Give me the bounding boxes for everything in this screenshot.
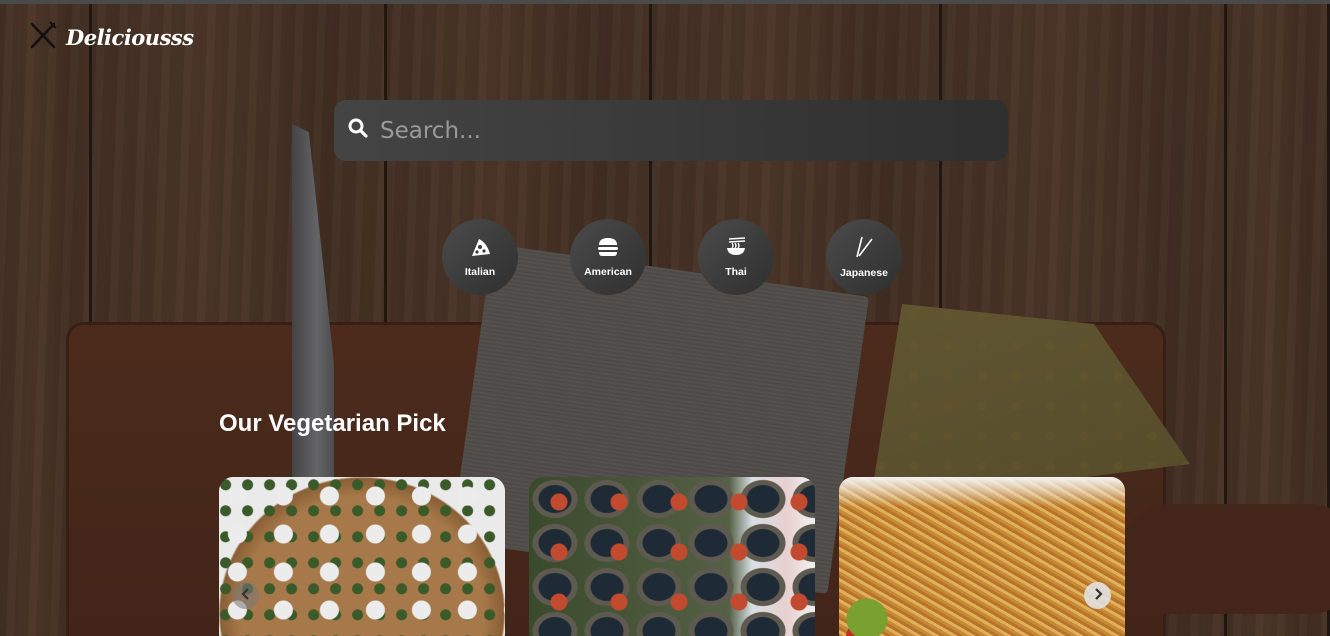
chevron-left-icon [240,587,251,605]
carousel-next-button[interactable] [1084,582,1111,609]
noodle-bowl-icon [725,236,747,262]
section-title: Our Vegetarian Pick [219,410,446,437]
category-italian[interactable]: Italian [442,219,518,295]
search-icon [348,118,368,143]
recipe-card[interactable] [839,477,1125,636]
recipe-card[interactable] [529,477,815,636]
category-japanese[interactable]: Japanese [826,219,902,295]
recipe-carousel [219,477,1125,636]
search-input[interactable] [368,100,1008,161]
logo[interactable]: Deliciousss [28,20,194,54]
chopsticks-icon [853,236,875,263]
category-label: Italian [464,265,496,278]
recipe-card[interactable] [219,477,505,636]
category-label: Thai [725,265,747,278]
hamburger-icon [597,237,619,262]
search-bar [334,100,1008,161]
category-label: Japanese [840,266,888,279]
logo-text: Deliciousss [66,24,194,50]
chevron-right-icon [1093,587,1103,605]
fork-knife-icon [28,20,58,55]
category-american[interactable]: American [570,219,646,295]
category-list: Italian American Thai Japanese [442,219,902,295]
category-label: American [584,265,632,278]
pizza-icon [469,237,491,262]
carousel-prev-button[interactable] [232,582,259,609]
category-thai[interactable]: Thai [698,219,774,295]
